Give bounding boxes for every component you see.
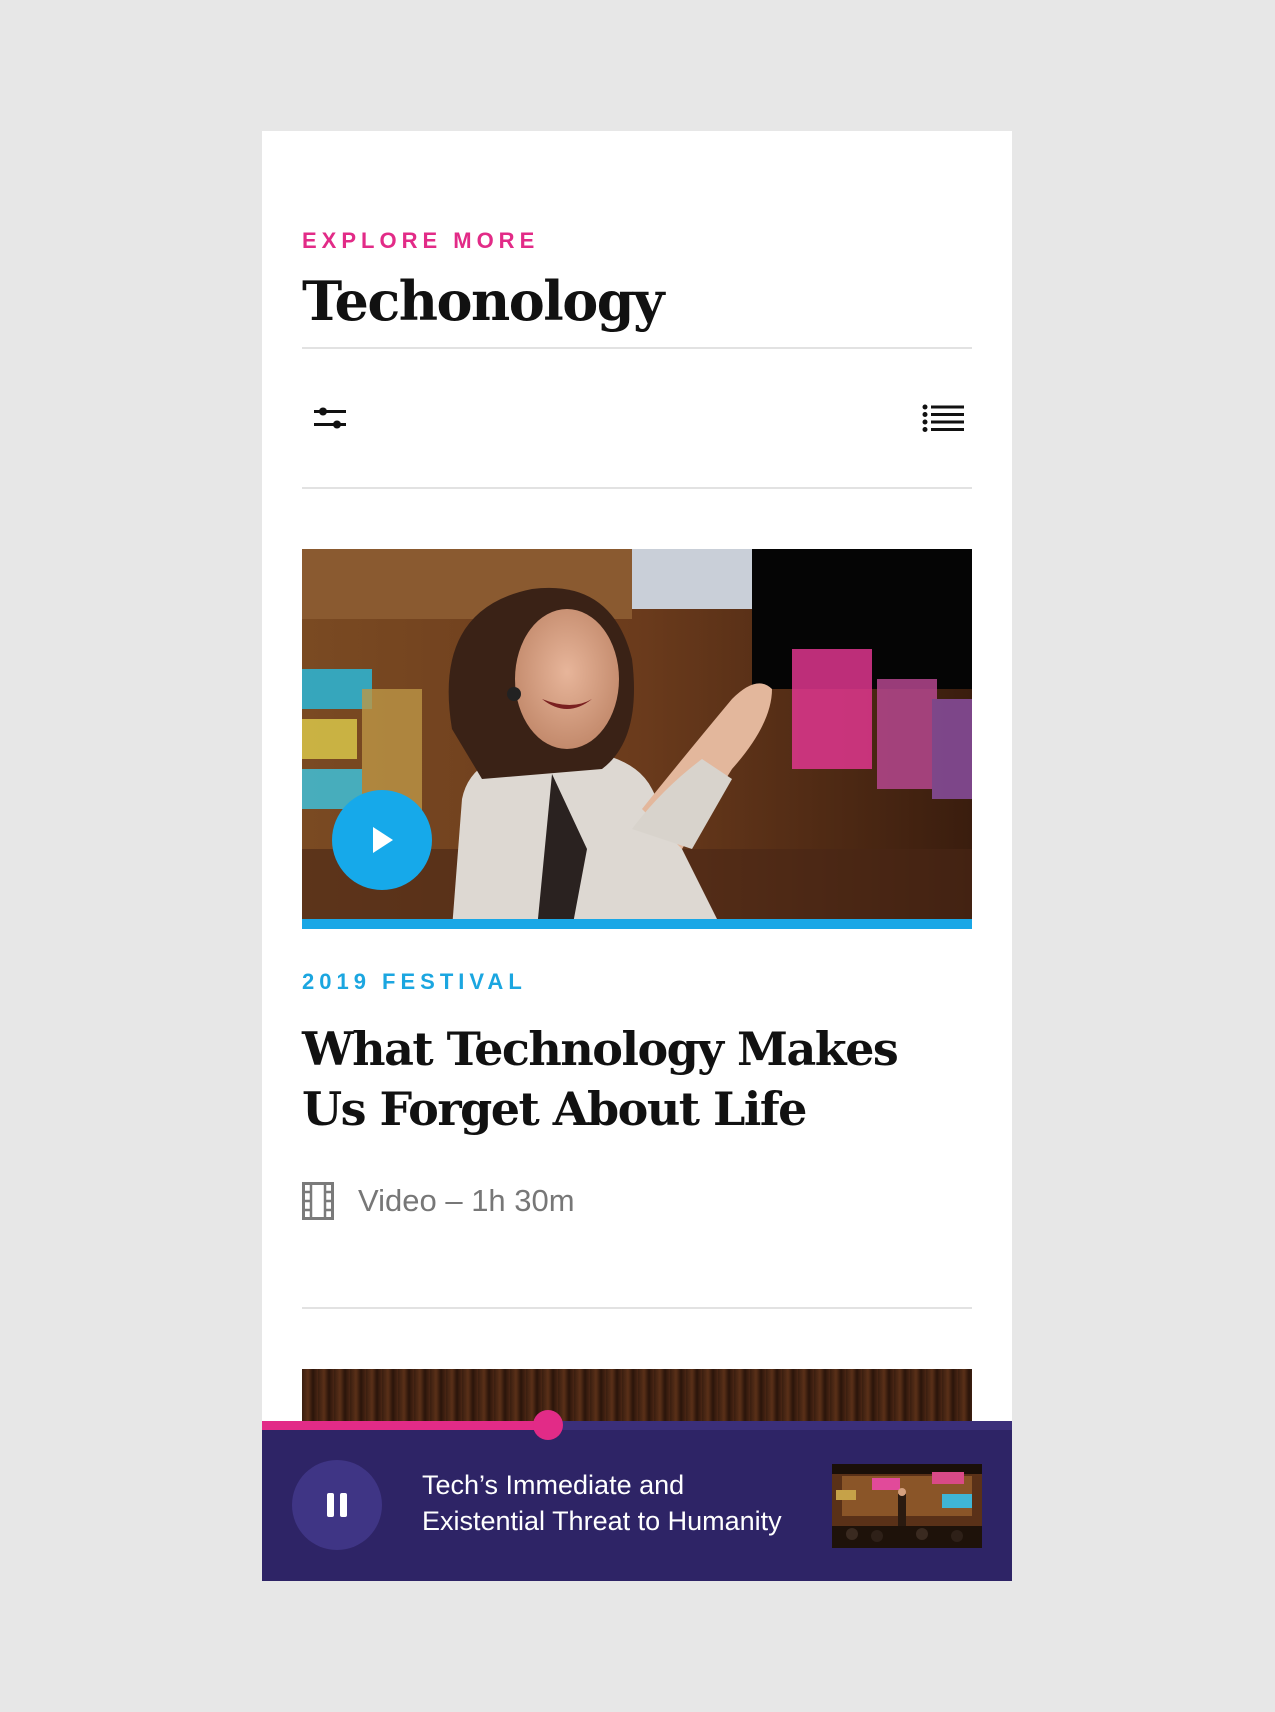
play-icon	[373, 827, 393, 853]
play-button[interactable]	[332, 790, 432, 890]
mini-player: Tech’s Immediate and Existential Threat …	[262, 1410, 1012, 1581]
film-icon	[302, 1182, 334, 1220]
article-hero-image[interactable]	[302, 549, 972, 929]
list-view-icon	[922, 404, 964, 432]
hero-accent-bar	[302, 919, 972, 929]
pause-button[interactable]	[292, 1460, 382, 1550]
pause-icon	[327, 1493, 347, 1517]
section-eyebrow: EXPLORE MORE	[302, 228, 540, 253]
now-playing-title[interactable]: Tech’s Immediate and Existential Threat …	[422, 1467, 802, 1539]
progress-scrubber[interactable]	[532, 1410, 563, 1440]
section-header: EXPLORE MORE Techonology	[302, 228, 972, 333]
page-title: Techonology	[302, 269, 664, 333]
now-playing-thumbnail[interactable]	[832, 1464, 982, 1548]
article-meta-text: Video – 1h 30m	[358, 1183, 575, 1218]
progress-track[interactable]	[262, 1421, 1012, 1430]
article-title[interactable]: What Technology Makes Us Forget About Li…	[302, 1019, 962, 1139]
sliders-icon	[314, 407, 346, 429]
filter-button[interactable]	[302, 390, 358, 446]
article-divider	[302, 1307, 972, 1309]
thumbnail-photo	[832, 1464, 982, 1548]
article-meta: Video – 1h 30m	[302, 1179, 575, 1223]
progress-fill	[262, 1421, 548, 1430]
toolbar	[302, 349, 972, 487]
list-view-button[interactable]	[916, 390, 972, 446]
phone-screen: EXPLORE MORE Techonology 2019 FESTIVAL W…	[262, 131, 1012, 1581]
toolbar-divider	[302, 487, 972, 489]
article-category[interactable]: 2019 FESTIVAL	[302, 969, 527, 995]
